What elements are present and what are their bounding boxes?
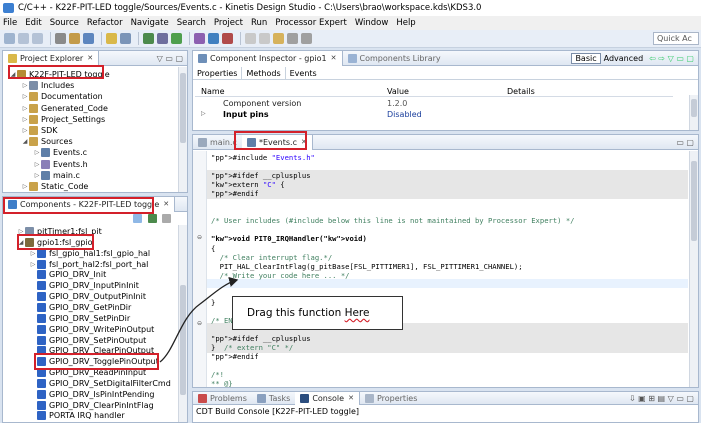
ide-window: C/C++ - K22F-PIT-LED toggle/Sources/Even… (0, 0, 701, 423)
drag-arrow (159, 276, 239, 363)
